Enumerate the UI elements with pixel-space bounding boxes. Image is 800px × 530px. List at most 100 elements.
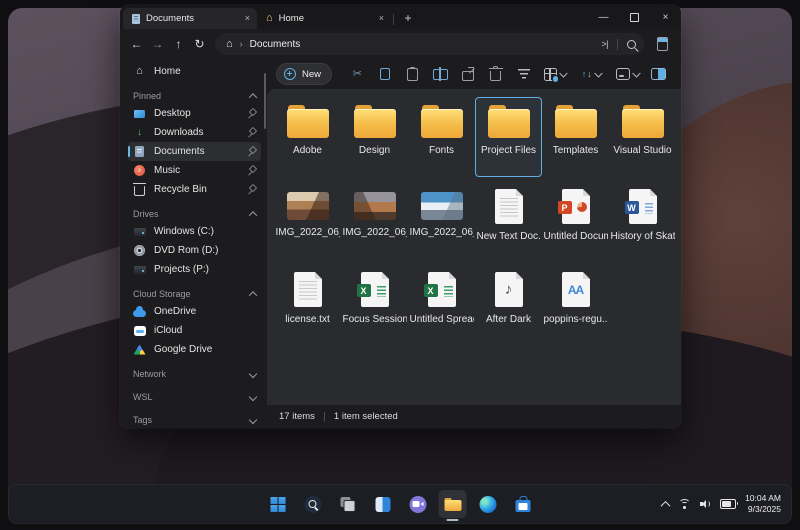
- taskbar-search-button[interactable]: [299, 490, 327, 518]
- chevron-up-icon[interactable]: [249, 93, 257, 101]
- file-item[interactable]: Templates: [542, 97, 609, 177]
- file-item[interactable]: poppins-regu...: [542, 263, 609, 343]
- sidebar-item-dvd-d[interactable]: DVD Rom (D:): [128, 241, 261, 260]
- file-item[interactable]: Visual Studio: [609, 97, 676, 177]
- file-item[interactable]: Focus Sessions: [341, 263, 408, 343]
- file-item[interactable]: Fonts: [408, 97, 475, 177]
- breadcrumb[interactable]: ⌂ › Documents >|: [215, 33, 644, 55]
- volume-icon[interactable]: [700, 499, 711, 509]
- new-tab-button[interactable]: +: [398, 11, 418, 25]
- file-item[interactable]: New Text Doc...: [475, 180, 542, 260]
- file-item[interactable]: license.txt: [274, 263, 341, 343]
- section-label: Network: [133, 369, 166, 379]
- file-item[interactable]: Untitled Docum...: [542, 180, 609, 260]
- path-toggle-icon[interactable]: >|: [601, 39, 608, 49]
- drive-icon: [133, 228, 146, 236]
- sidebar-scrollbar[interactable]: [264, 73, 267, 129]
- sidebar-item-google-drive[interactable]: Google Drive: [128, 340, 261, 359]
- section-label: Pinned: [133, 91, 161, 101]
- chevron-down-icon[interactable]: [249, 392, 257, 400]
- device-button[interactable]: [651, 37, 673, 51]
- home-icon[interactable]: ⌂: [226, 39, 233, 50]
- chevron-down-icon[interactable]: [249, 415, 257, 423]
- image-thumbnail: [287, 192, 329, 220]
- split-panes-app-button[interactable]: [369, 490, 397, 518]
- sidebar-section-pinned[interactable]: Pinned: [128, 87, 261, 104]
- pin-icon[interactable]: [248, 166, 256, 175]
- camera-app-button[interactable]: [404, 490, 432, 518]
- search-icon[interactable]: [627, 40, 636, 49]
- file-item[interactable]: Untitled Spreads...: [408, 263, 475, 343]
- refresh-button[interactable]: ↻: [189, 38, 210, 50]
- toggle-preview-pane-button[interactable]: [646, 63, 671, 85]
- back-button[interactable]: ←: [126, 38, 147, 50]
- sidebar-item-documents[interactable]: Documents: [128, 142, 261, 161]
- breadcrumb-location[interactable]: Documents: [250, 39, 301, 50]
- maximize-button[interactable]: [619, 5, 650, 29]
- sidebar-section-tags[interactable]: Tags: [128, 411, 261, 428]
- sidebar-item-desktop[interactable]: Desktop: [128, 104, 261, 123]
- filter-button[interactable]: [511, 63, 536, 85]
- tab-home[interactable]: ⌂ Home ×: [257, 8, 391, 29]
- file-list-panel: Adobe Design Fonts Project Files Templat…: [267, 89, 681, 405]
- up-button[interactable]: ↑: [168, 38, 189, 50]
- delete-button[interactable]: [483, 63, 508, 85]
- paste-button[interactable]: [400, 63, 425, 85]
- sidebar-section-drives[interactable]: Drives: [128, 205, 261, 222]
- minimize-button[interactable]: —: [588, 5, 619, 29]
- file-item[interactable]: After Dark: [475, 263, 542, 343]
- forward-button[interactable]: →: [147, 38, 168, 50]
- files-app-button[interactable]: [439, 490, 467, 518]
- sidebar-item-projects-p[interactable]: Projects (P:): [128, 260, 261, 279]
- tab-documents[interactable]: Documents ×: [123, 8, 257, 29]
- sidebar-item-recycle-bin[interactable]: Recycle Bin: [128, 180, 261, 199]
- sidebar-item-onedrive[interactable]: OneDrive: [128, 302, 261, 321]
- tab-close-icon[interactable]: ×: [379, 14, 384, 23]
- sidebar-item-home[interactable]: ⌂ Home: [128, 62, 261, 81]
- sidebar-section-wsl[interactable]: WSL: [128, 388, 261, 405]
- sidebar-section-network[interactable]: Network: [128, 365, 261, 382]
- view-options-button[interactable]: [610, 63, 644, 85]
- tray-chevron-up-icon[interactable]: [661, 500, 671, 510]
- rename-button[interactable]: [428, 63, 453, 85]
- chevron-up-icon[interactable]: [249, 211, 257, 219]
- file-item[interactable]: IMG_2022_06_...: [408, 180, 475, 260]
- text-file-icon: [495, 189, 523, 224]
- task-view-button[interactable]: [334, 490, 362, 518]
- taskbar-clock[interactable]: 10:04 AM 9/3/2025: [745, 493, 781, 515]
- share-button[interactable]: [456, 63, 481, 85]
- sidebar-item-icloud[interactable]: iCloud: [128, 321, 261, 340]
- copy-button[interactable]: [373, 63, 398, 85]
- store-app-button[interactable]: [509, 490, 537, 518]
- sidebar-item-windows-c[interactable]: Windows (C:): [128, 222, 261, 241]
- sidebar-item-music[interactable]: Music: [128, 161, 261, 180]
- tab-close-icon[interactable]: ×: [245, 14, 250, 23]
- sort-button[interactable]: ↑↓: [574, 63, 608, 85]
- battery-icon[interactable]: [720, 499, 736, 509]
- pin-icon[interactable]: [248, 128, 256, 137]
- close-button[interactable]: ×: [650, 5, 681, 29]
- sidebar-item-downloads[interactable]: ↓ Downloads: [128, 123, 261, 142]
- layout-button[interactable]: [538, 63, 572, 85]
- pin-icon[interactable]: [248, 109, 256, 118]
- file-item[interactable]: IMG_2022_06_...: [341, 180, 408, 260]
- chevron-down-icon[interactable]: [249, 369, 257, 377]
- chevron-up-icon[interactable]: [249, 291, 257, 299]
- start-button[interactable]: [264, 490, 292, 518]
- file-item[interactable]: Design: [341, 97, 408, 177]
- file-name: Adobe: [293, 145, 322, 156]
- wifi-icon[interactable]: [678, 499, 691, 510]
- search-icon: [304, 496, 321, 513]
- sidebar-section-cloud-storage[interactable]: Cloud Storage: [128, 285, 261, 302]
- pin-icon[interactable]: [248, 147, 256, 156]
- computer-icon: [657, 37, 668, 51]
- file-item-selected[interactable]: Project Files: [475, 97, 542, 177]
- file-item[interactable]: History of Skate...: [609, 180, 676, 260]
- new-button[interactable]: New: [276, 63, 332, 85]
- pin-icon[interactable]: [248, 185, 256, 194]
- edge-browser-button[interactable]: [474, 490, 502, 518]
- file-name: poppins-regu...: [544, 314, 608, 325]
- file-item[interactable]: IMG_2022_06_...: [274, 180, 341, 260]
- file-item[interactable]: Adobe: [274, 97, 341, 177]
- cut-button[interactable]: ✂: [345, 63, 370, 85]
